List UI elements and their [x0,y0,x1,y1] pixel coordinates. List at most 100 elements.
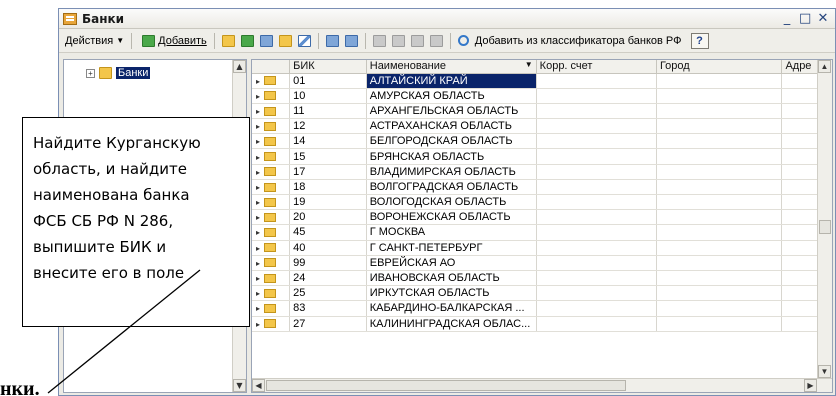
scroll-up-icon[interactable]: ▲ [233,60,246,73]
edit-icon[interactable] [259,34,273,47]
clear-filter-icon[interactable] [429,34,443,47]
cell-name[interactable]: БЕЛГОРОДСКАЯ ОБЛАСТЬ [366,133,537,150]
table-row[interactable]: ▸ 25 ИРКУТСКАЯ ОБЛАСТЬ [252,285,832,302]
cell-name[interactable]: Г САНКТ-ПЕТЕРБУРГ [366,240,537,256]
scroll-down-icon[interactable]: ▼ [233,379,246,392]
expand-arrow-icon[interactable]: ▸ [256,137,260,146]
table-row[interactable]: ▸ 18 ВОЛГОГРАДСКАЯ ОБЛАСТЬ [252,179,832,196]
table-row[interactable]: ▸ 83 КАБАРДИНО-БАЛКАРСКАЯ ... [252,300,832,317]
cell-city[interactable] [656,285,783,302]
cell-name[interactable]: АМУРСКАЯ ОБЛАСТЬ [366,88,537,104]
expand-arrow-icon[interactable]: ▸ [256,228,260,237]
expand-arrow-icon[interactable]: ▸ [256,92,260,101]
cell-corr-account[interactable] [536,103,657,120]
expand-arrow-icon[interactable]: ▸ [256,304,260,313]
cell-city[interactable] [656,148,783,165]
table-horizontal-scrollbar[interactable]: ◀ ▶ [252,378,832,392]
expand-arrow-icon[interactable]: ▸ [256,168,260,177]
cell-bik[interactable]: 40 [289,240,367,256]
cell-name[interactable]: ИВАНОВСКАЯ ОБЛАСТЬ [366,270,537,287]
cell-corr-account[interactable] [536,240,657,256]
expand-arrow-icon[interactable]: ▸ [256,259,260,268]
cell-name[interactable]: ИРКУТСКАЯ ОБЛАСТЬ [366,285,537,302]
cell-corr-account[interactable] [536,255,657,271]
cell-city[interactable] [656,88,783,104]
cell-name[interactable]: АЛТАЙСКИЙ КРАЙ [366,73,537,89]
cell-bik[interactable]: 20 [289,209,367,226]
expand-arrow-icon[interactable]: ▸ [256,213,260,222]
cell-bik[interactable]: 24 [289,270,367,287]
table-row[interactable]: ▸ 99 ЕВРЕЙСКАЯ АО [252,255,832,271]
table-row[interactable]: ▸ 11 АРХАНГЕЛЬСКАЯ ОБЛАСТЬ [252,103,832,120]
cell-bik[interactable]: 17 [289,164,367,180]
copy-icon[interactable] [240,34,254,47]
minimize-button[interactable]: _ [781,11,793,26]
refresh-icon[interactable] [457,35,469,46]
cell-name[interactable]: Г МОСКВА [366,224,537,241]
table-row[interactable]: ▸ 24 ИВАНОВСКАЯ ОБЛАСТЬ [252,270,832,287]
expand-icon[interactable]: + [86,68,95,78]
edit-in-list-icon[interactable] [297,34,311,47]
cell-city[interactable] [656,103,783,120]
cell-bik[interactable]: 25 [289,285,367,302]
cell-corr-account[interactable] [536,300,657,317]
column-header-city[interactable]: Город [656,60,783,74]
scroll-right-icon[interactable]: ▶ [804,379,817,392]
cell-city[interactable] [656,270,783,287]
cell-corr-account[interactable] [536,179,657,196]
filter-icon[interactable] [372,34,386,47]
cell-city[interactable] [656,194,783,211]
cell-city[interactable] [656,209,783,226]
close-button[interactable]: ✕ [817,11,829,26]
expand-arrow-icon[interactable]: ▸ [256,107,260,116]
cell-name[interactable]: ВОЛГОГРАДСКАЯ ОБЛАСТЬ [366,179,537,196]
cell-corr-account[interactable] [536,270,657,287]
cell-bik[interactable]: 83 [289,300,367,317]
table-row[interactable]: ▸ 19 ВОЛОГОДСКАЯ ОБЛАСТЬ [252,194,832,211]
expand-arrow-icon[interactable]: ▸ [256,77,260,86]
cell-city[interactable] [656,179,783,196]
maximize-button[interactable]: □ [799,11,811,26]
table-row[interactable]: ▸ 01 АЛТАЙСКИЙ КРАЙ [252,73,832,89]
scroll-left-icon[interactable]: ◀ [252,379,265,392]
cell-bik[interactable]: 18 [289,179,367,196]
cell-bik[interactable]: 11 [289,103,367,120]
add-button[interactable]: Добавить [136,32,210,50]
cell-name[interactable]: ВОЛОГОДСКАЯ ОБЛАСТЬ [366,194,537,211]
cell-name[interactable]: КАБАРДИНО-БАЛКАРСКАЯ ... [366,300,537,317]
cell-corr-account[interactable] [536,73,657,89]
cell-city[interactable] [656,255,783,271]
add-folder-icon[interactable] [221,34,235,47]
cell-corr-account[interactable] [536,118,657,135]
cell-city[interactable] [656,73,783,89]
cell-name[interactable]: ВЛАДИМИРСКАЯ ОБЛАСТЬ [366,164,537,180]
expand-arrow-icon[interactable]: ▸ [256,289,260,298]
table-row[interactable]: ▸ 20 ВОРОНЕЖСКАЯ ОБЛАСТЬ [252,209,832,226]
cell-city[interactable] [656,118,783,135]
cell-city[interactable] [656,133,783,150]
cell-corr-account[interactable] [536,316,657,332]
expand-arrow-icon[interactable]: ▸ [256,198,260,207]
scroll-up-icon[interactable]: ▲ [818,60,831,73]
cell-bik[interactable]: 10 [289,88,367,104]
cell-name[interactable]: БРЯНСКАЯ ОБЛАСТЬ [366,148,537,165]
column-header-corr-account[interactable]: Корр. счет [536,60,657,74]
scroll-thumb[interactable] [819,220,831,234]
expand-arrow-icon[interactable]: ▸ [256,274,260,283]
cell-city[interactable] [656,164,783,180]
cell-corr-account[interactable] [536,224,657,241]
cell-city[interactable] [656,316,783,332]
cell-corr-account[interactable] [536,209,657,226]
cell-bik[interactable]: 14 [289,133,367,150]
cell-corr-account[interactable] [536,88,657,104]
table-row[interactable]: ▸ 45 Г МОСКВА [252,224,832,241]
tree-root-item[interactable]: + Банки [86,67,151,79]
table-row[interactable]: ▸ 15 БРЯНСКАЯ ОБЛАСТЬ [252,148,832,165]
cell-name[interactable]: ВОРОНЕЖСКАЯ ОБЛАСТЬ [366,209,537,226]
cell-bik[interactable]: 27 [289,316,367,332]
cell-city[interactable] [656,224,783,241]
cell-city[interactable] [656,240,783,256]
cell-bik[interactable]: 99 [289,255,367,271]
expand-arrow-icon[interactable]: ▸ [256,153,260,162]
table-row[interactable]: ▸ 10 АМУРСКАЯ ОБЛАСТЬ [252,88,832,104]
